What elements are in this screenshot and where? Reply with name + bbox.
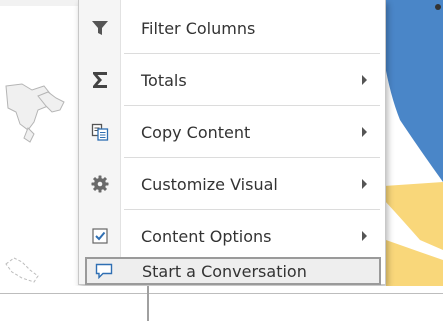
- menu-item-label: Totals: [141, 70, 187, 90]
- chart-slice-yellow: [384, 182, 443, 250]
- menu-item-label: Content Options: [141, 226, 272, 246]
- menu-item-content-options[interactable]: Content Options: [79, 210, 385, 262]
- menu-item-totals[interactable]: Totals: [79, 54, 385, 106]
- menu-item-start-a-conversation[interactable]: Start a Conversation: [85, 257, 381, 285]
- menu-item-label: Copy Content: [141, 122, 251, 142]
- map-shape: [5, 257, 39, 283]
- menu-item-label: Start a Conversation: [142, 261, 307, 281]
- menu-item-customize-visual[interactable]: Customize Visual: [79, 158, 385, 210]
- menu-item-copy-content[interactable]: Copy Content: [79, 106, 385, 158]
- bottom-divider: [0, 293, 443, 294]
- gear-icon: [79, 158, 120, 210]
- context-menu: Filter Columns Totals Copy Content Custo…: [78, 0, 386, 285]
- speech-bubble-icon: [87, 259, 120, 283]
- submenu-arrow-icon: [362, 127, 367, 137]
- chart-slice-blue: [384, 0, 443, 182]
- bottom-strip: [0, 286, 443, 321]
- map-shape: [5, 83, 53, 131]
- submenu-arrow-icon: [362, 231, 367, 241]
- menu-item-filter-columns[interactable]: Filter Columns: [79, 2, 385, 54]
- menu-item-label: Customize Visual: [141, 174, 278, 194]
- submenu-arrow-icon: [362, 179, 367, 189]
- filter-icon: [79, 2, 120, 54]
- menu-item-label: Filter Columns: [141, 18, 256, 38]
- copy-icon: [79, 106, 120, 158]
- resize-handle[interactable]: [147, 286, 149, 321]
- sigma-icon: [79, 54, 120, 106]
- map-shape: [23, 127, 35, 143]
- checkbox-icon: [79, 210, 120, 262]
- chart-handle-dot: [435, 4, 441, 10]
- submenu-arrow-icon: [362, 75, 367, 85]
